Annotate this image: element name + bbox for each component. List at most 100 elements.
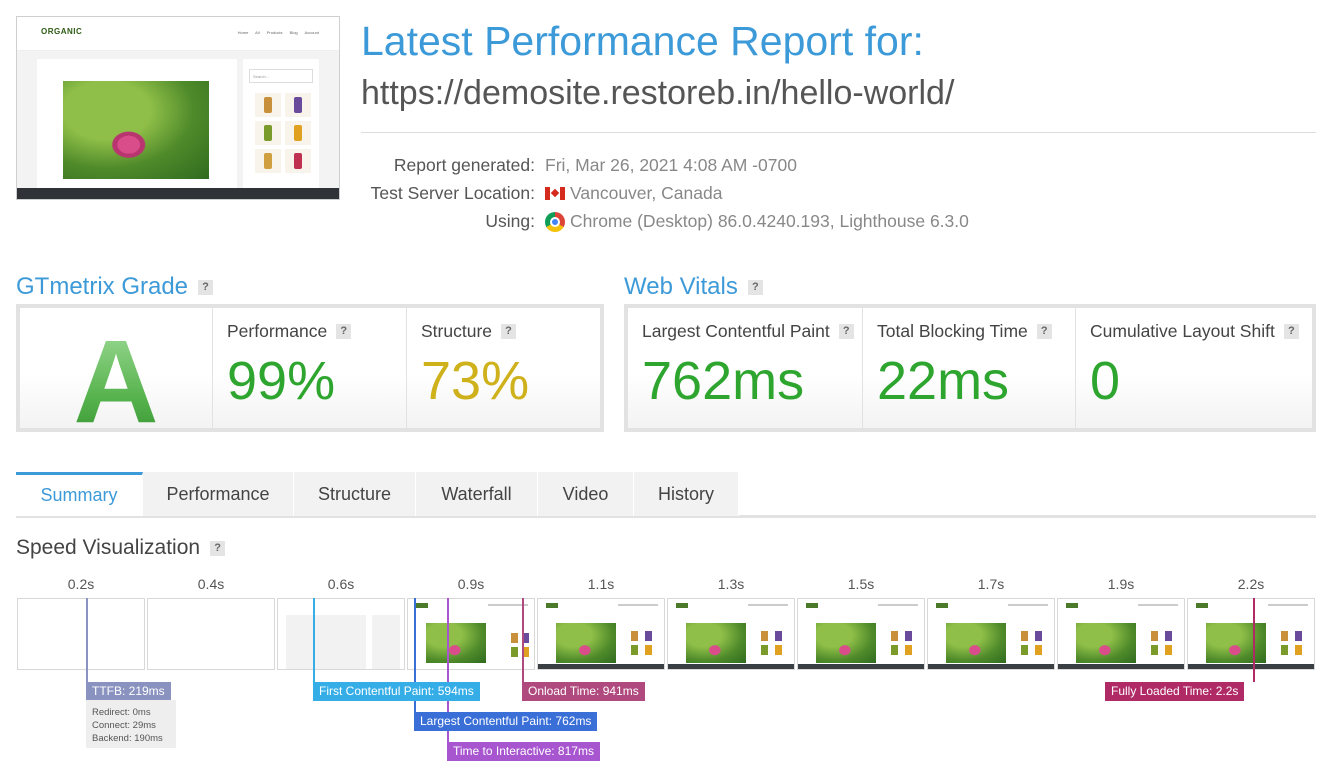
report-url[interactable]: https://demosite.restoreb.in/hello-world… [361, 74, 954, 113]
frame-product [631, 631, 638, 641]
server-location-text: Vancouver, Canada [570, 183, 723, 203]
filmstrip-frame[interactable] [1057, 598, 1185, 670]
frame-logo [546, 603, 558, 608]
page-screenshot-thumbnail[interactable]: ORGANIC Home All Products Blog Account S… [16, 16, 340, 200]
frame-product [645, 631, 652, 641]
speed-visualization-heading: Speed Visualization ? [16, 536, 226, 560]
lcp-value: 762ms [642, 351, 805, 411]
filmstrip-frame[interactable] [1187, 598, 1315, 670]
filmstrip-frame[interactable] [927, 598, 1055, 670]
help-icon[interactable]: ? [501, 324, 516, 339]
speed-visualization-title: Speed Visualization [16, 536, 201, 559]
frame-time-label: 1.5s [847, 576, 875, 592]
frame-image [426, 623, 486, 663]
tab-performance[interactable]: Performance [143, 472, 294, 516]
thumbnail-cookie-bar [17, 188, 339, 199]
thumbnail-product [285, 149, 311, 173]
tbt-label: Total Blocking Time ? [877, 321, 1052, 342]
grade-letter: A [20, 314, 212, 450]
structure-label: Structure ? [421, 321, 516, 342]
filmstrip-frame[interactable] [407, 598, 535, 670]
frame-image [816, 623, 876, 663]
frame-time-label: 1.9s [1107, 576, 1135, 592]
frame-time-label: 1.1s [587, 576, 615, 592]
tab-structure[interactable]: Structure [294, 472, 416, 516]
frame-product [1295, 631, 1302, 641]
frame-cookie-bar [1188, 664, 1314, 669]
onload-marker-label: Onload Time: 941ms [522, 682, 645, 701]
help-icon[interactable]: ? [838, 324, 854, 339]
gtmetrix-grade-panel: A Performance ? 99% Structure ? 73% [16, 304, 604, 448]
help-icon[interactable]: ? [210, 540, 226, 556]
frame-product [1151, 645, 1158, 655]
frame-nav [748, 604, 788, 606]
performance-cell: Performance ? 99% [213, 308, 407, 428]
filmstrip-frame[interactable] [17, 598, 145, 670]
gtmetrix-grade-heading: GTmetrix Grade ? [16, 273, 214, 301]
filmstrip-frame[interactable] [537, 598, 665, 670]
filmstrip-frame[interactable] [277, 598, 405, 670]
frame-cookie-bar [928, 664, 1054, 669]
frame-time-label: 0.6s [327, 576, 355, 592]
using-row: Using: Chrome (Desktop) 86.0.4240.193, L… [361, 211, 1061, 233]
frame-product [905, 631, 912, 641]
thumbnail-nav-links: Home All Products Blog Account [237, 30, 319, 35]
help-icon[interactable]: ? [747, 279, 763, 295]
frame-product [1281, 645, 1288, 655]
frame-product [1281, 631, 1288, 641]
gtmetrix-grade-title: GTmetrix Grade [16, 273, 189, 300]
report-tabs: Summary Performance Structure Waterfall … [16, 472, 1316, 518]
frame-cookie-bar [1058, 664, 1184, 669]
help-icon[interactable]: ? [198, 279, 214, 295]
filmstrip-frame[interactable] [667, 598, 795, 670]
chrome-icon [545, 211, 565, 232]
frame-product [1021, 631, 1028, 641]
tab-history[interactable]: History [634, 472, 739, 516]
frame-product [775, 645, 782, 655]
tab-summary[interactable]: Summary [16, 472, 143, 516]
frame-product [1165, 631, 1172, 641]
frame-product [905, 645, 912, 655]
frame-logo [1066, 603, 1078, 608]
ttfb-details: Redirect: 0ms Connect: 29ms Backend: 190… [86, 700, 176, 748]
frame-time-label: 0.9s [457, 576, 485, 592]
frame-product [761, 631, 768, 641]
ttfb-backend: Backend: 190ms [92, 733, 163, 744]
help-icon[interactable]: ? [336, 324, 352, 339]
thumbnail-product [255, 121, 281, 145]
filmstrip-frame[interactable] [147, 598, 275, 670]
server-location-label: Test Server Location: [370, 183, 535, 203]
filmstrip-frame[interactable] [797, 598, 925, 670]
thumbnail-main [37, 59, 237, 199]
thumbnail-sidebar: Search... [243, 59, 319, 199]
ttfb-marker-label: TTFB: 219ms [86, 682, 171, 701]
tab-waterfall[interactable]: Waterfall [416, 472, 538, 516]
report-generated-value: Fri, Mar 26, 2021 4:08 AM -0700 [545, 155, 797, 176]
tab-video[interactable]: Video [538, 472, 634, 516]
lcp-label-text: Largest Contentful Paint [642, 321, 830, 341]
frame-placeholder [286, 615, 366, 669]
frame-logo [936, 603, 948, 608]
thumbnail-logo: ORGANIC [41, 27, 83, 36]
thumbnail-product [255, 93, 281, 117]
help-icon[interactable]: ? [1283, 324, 1299, 339]
frame-product [1035, 631, 1042, 641]
frame-product [891, 631, 898, 641]
frame-product [761, 645, 768, 655]
frame-nav [1138, 604, 1178, 606]
cls-label-text: Cumulative Layout Shift [1090, 321, 1275, 341]
structure-label-text: Structure [421, 321, 492, 341]
frame-image [1206, 623, 1266, 663]
fully-loaded-marker-line [1253, 598, 1255, 682]
grade-cell: A [20, 308, 213, 448]
frame-product [1021, 645, 1028, 655]
frame-product [511, 647, 518, 657]
frame-product [891, 645, 898, 655]
help-icon[interactable]: ? [1036, 324, 1052, 339]
frame-image [1076, 623, 1136, 663]
thumbnail-body: Search... [17, 51, 339, 199]
frame-product [1295, 645, 1302, 655]
frame-cookie-bar [798, 664, 924, 669]
frame-image [556, 623, 616, 663]
frame-cookie-bar [668, 664, 794, 669]
